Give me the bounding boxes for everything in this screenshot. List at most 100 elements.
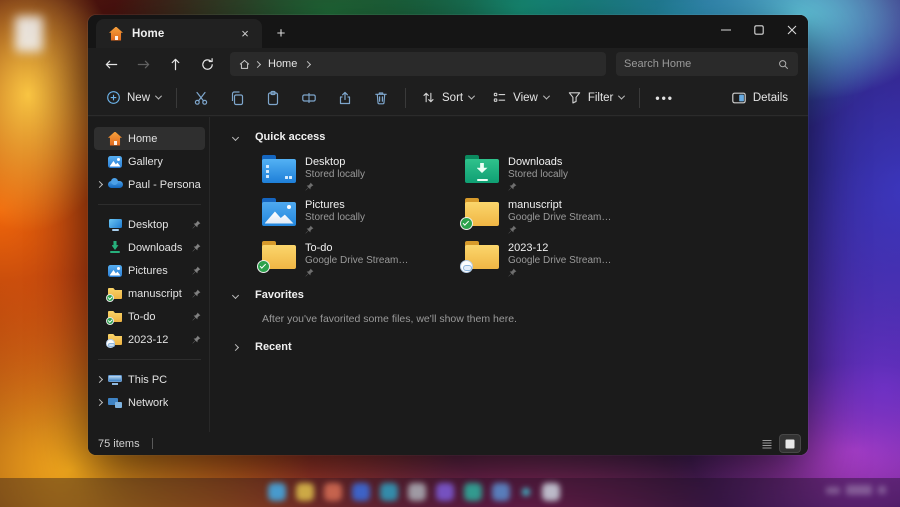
forward-button[interactable]	[128, 51, 158, 77]
sync-status-badge	[257, 260, 270, 273]
icons-view-toggle[interactable]	[780, 435, 800, 452]
file-explorer-window: Home × +	[88, 15, 808, 455]
app-icon[interactable]	[380, 483, 398, 501]
pin-icon	[305, 268, 408, 277]
paste-button[interactable]	[256, 84, 290, 112]
navigation-pane: Home Gallery Paul - Personal	[88, 117, 210, 432]
quick-access-tile-manuscript[interactable]: manuscript Google Drive Stream…	[465, 198, 668, 232]
tile-subtitle: Stored locally	[305, 169, 365, 180]
chevron-right-icon[interactable]	[96, 399, 103, 406]
chevron-right-icon[interactable]	[96, 181, 103, 188]
chevron-down-icon[interactable]	[232, 291, 239, 298]
sidebar-item-to-do[interactable]: To-do	[94, 305, 205, 328]
sidebar-item-home[interactable]: Home	[94, 127, 205, 150]
breadcrumb-home-icon[interactable]	[238, 58, 251, 71]
tray-icon	[878, 486, 886, 494]
desktop-shortcut-icon[interactable]	[15, 16, 43, 52]
section-quick-access[interactable]: Quick access	[233, 129, 798, 145]
tile-name: Desktop	[305, 156, 365, 168]
app-icon[interactable]	[408, 483, 426, 501]
quick-access-tile-2023-12[interactable]: 2023-12 Google Drive Stream…	[465, 241, 668, 275]
quick-access-tile-desktop[interactable]: Desktop Stored locally	[262, 155, 465, 189]
app-icon[interactable]	[296, 483, 314, 501]
sidebar-item-gallery[interactable]: Gallery	[94, 150, 205, 173]
sidebar-item-paul-personal[interactable]: Paul - Personal	[94, 173, 205, 196]
breadcrumb[interactable]: Home	[230, 52, 606, 76]
cut-button[interactable]	[184, 84, 218, 112]
tile-subtitle: Google Drive Stream…	[305, 255, 408, 266]
delete-button[interactable]	[364, 84, 398, 112]
tile-subtitle: Stored locally	[508, 169, 568, 180]
share-button[interactable]	[328, 84, 362, 112]
new-tab-button[interactable]: +	[268, 20, 294, 46]
maximize-button[interactable]	[742, 15, 775, 45]
sidebar-divider	[98, 204, 201, 205]
section-title: Favorites	[255, 289, 304, 301]
pin-icon	[192, 243, 201, 252]
app-icon[interactable]	[324, 483, 342, 501]
section-recent[interactable]: Recent	[233, 339, 798, 355]
chevron-down-icon[interactable]	[232, 133, 239, 140]
up-button[interactable]	[160, 51, 190, 77]
details-button[interactable]: Details	[723, 84, 796, 112]
pin-icon	[192, 312, 201, 321]
new-button[interactable]: New	[98, 84, 169, 112]
pin-icon	[508, 182, 568, 191]
tab-home[interactable]: Home ×	[96, 19, 262, 48]
tile-subtitle: Stored locally	[305, 212, 365, 223]
chevron-right-icon[interactable]	[232, 343, 239, 350]
breadcrumb-chevron-icon	[304, 60, 311, 67]
view-button[interactable]: View	[484, 84, 557, 112]
tile-name: Downloads	[508, 156, 568, 168]
close-button[interactable]	[775, 15, 808, 45]
pictures-icon	[107, 263, 123, 279]
section-favorites[interactable]: Favorites	[233, 287, 798, 303]
system-tray[interactable]	[826, 485, 886, 495]
quick-access-tile-downloads[interactable]: Downloads Stored locally	[465, 155, 668, 189]
sidebar-item-manuscript[interactable]: manuscript	[94, 282, 205, 305]
sidebar-item-network[interactable]: Network	[94, 391, 205, 414]
copy-button[interactable]	[220, 84, 254, 112]
toolbar-divider	[176, 88, 177, 108]
sidebar-item-2023-12[interactable]: 2023-12	[94, 328, 205, 351]
more-options-button[interactable]: •••	[647, 84, 682, 112]
app-icon[interactable]	[352, 483, 370, 501]
tab-close-icon[interactable]: ×	[236, 25, 254, 43]
sidebar-item-pictures[interactable]: Pictures	[94, 259, 205, 282]
quick-access-tile-pictures[interactable]: Pictures Stored locally	[262, 198, 465, 232]
refresh-button[interactable]	[192, 51, 222, 77]
tab-bar: Home × +	[88, 15, 808, 48]
details-view-toggle[interactable]	[757, 435, 777, 452]
minimize-button[interactable]	[709, 15, 742, 45]
tab-title: Home	[132, 28, 228, 40]
pin-icon	[508, 225, 611, 234]
sidebar-item-this-pc[interactable]: This PC	[94, 368, 205, 391]
app-icon[interactable]	[522, 488, 530, 496]
chevron-right-icon[interactable]	[96, 376, 103, 383]
search-input[interactable]	[624, 58, 777, 70]
breadcrumb-chevron-icon	[254, 60, 261, 67]
search-box[interactable]	[616, 52, 798, 76]
rename-button[interactable]	[292, 84, 326, 112]
home-icon	[107, 131, 123, 147]
sort-button[interactable]: Sort	[413, 84, 482, 112]
app-icon[interactable]	[464, 483, 482, 501]
sidebar-item-desktop[interactable]: Desktop	[94, 213, 205, 236]
pin-icon	[192, 266, 201, 275]
quick-access-tile-to-do[interactable]: To-do Google Drive Stream…	[262, 241, 465, 275]
back-button[interactable]	[96, 51, 126, 77]
folder-cloud-icon	[107, 332, 123, 348]
filter-button[interactable]: Filter	[559, 84, 633, 112]
chevron-down-icon	[468, 93, 475, 100]
synced-folder-icon	[262, 241, 296, 269]
items-count: 75 items	[98, 438, 140, 450]
tile-subtitle: Google Drive Stream…	[508, 212, 611, 223]
breadcrumb-segment[interactable]: Home	[264, 58, 301, 70]
app-icon[interactable]	[542, 483, 560, 501]
app-icon[interactable]	[436, 483, 454, 501]
tile-name: Pictures	[305, 199, 365, 211]
sidebar-item-downloads[interactable]: Downloads	[94, 236, 205, 259]
app-icon[interactable]	[268, 483, 286, 501]
pin-icon	[508, 268, 611, 277]
app-icon[interactable]	[492, 483, 510, 501]
